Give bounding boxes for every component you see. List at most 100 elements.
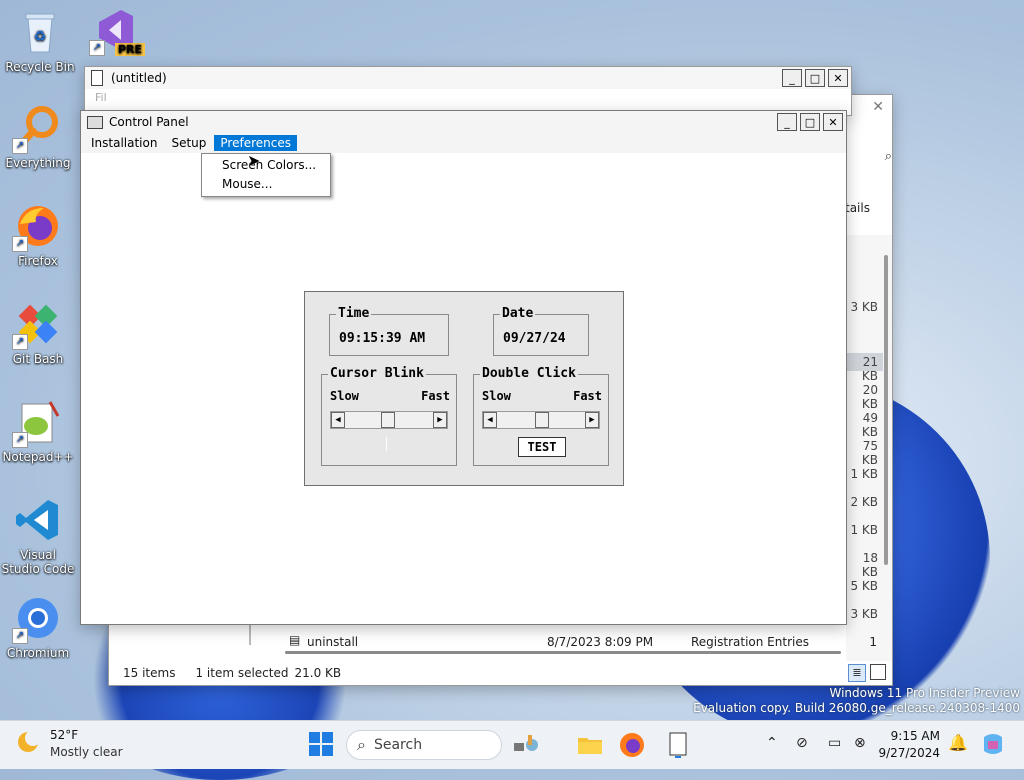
slider-thumb[interactable] [381, 412, 395, 428]
shortcut-arrow-icon: ↗ [12, 432, 28, 448]
close-button[interactable]: ✕ [823, 113, 843, 131]
desktop-icon-vscode[interactable]: Visual Studio Code [0, 496, 76, 576]
shortcut-arrow-icon: ↗ [12, 334, 28, 350]
file-date: 8/7/2023 8:09 PM [547, 635, 654, 649]
active-app-icon[interactable] [664, 731, 692, 759]
status-selected: 1 item selected [195, 666, 289, 680]
volume-icon[interactable]: ⊗ [854, 735, 866, 751]
file-size: 1 KB [850, 523, 878, 537]
vertical-scrollbar[interactable] [884, 255, 888, 565]
window-title: (untitled) [111, 71, 167, 85]
firefox-icon: ↗ [12, 202, 62, 252]
file-size: 49 KB [861, 411, 878, 439]
everything-search-icon: ↗ [12, 104, 62, 154]
preferences-dropdown: Screen Colors... Mouse... [201, 153, 331, 197]
weather-moon-icon[interactable] [16, 729, 42, 755]
desktop-icon-label: Git Bash [12, 352, 64, 366]
desktop-icon-git-bash[interactable]: ↗ Git Bash [0, 300, 76, 366]
scroll-left-arrow-icon[interactable]: ◀ [331, 412, 345, 428]
horizontal-scrollbar[interactable] [285, 651, 841, 654]
search-placeholder: Search [373, 737, 423, 753]
desktop-icon-label: Notepad++ [2, 450, 74, 464]
blink-indicator [386, 437, 387, 451]
desktop-icon-label: Everything [5, 156, 71, 170]
close-icon[interactable]: ✕ [872, 99, 884, 115]
bell-icon[interactable]: 🔔 [948, 733, 968, 752]
double-click-label: Double Click [480, 366, 578, 381]
menu-setup[interactable]: Setup [165, 135, 212, 151]
date-value[interactable]: 09/27/24 [503, 331, 566, 346]
slider-thumb[interactable] [535, 412, 549, 428]
chevron-up-icon[interactable]: ⌃ [766, 735, 778, 751]
time-value[interactable]: 09:15:39 AM [339, 331, 425, 346]
menu-item-mouse[interactable]: Mouse... [202, 175, 330, 194]
window-title: Control Panel [109, 115, 189, 129]
clock-time[interactable]: 9:15 AM [882, 729, 940, 743]
nav-pane-divider [249, 623, 251, 645]
desktop-icon-notepadpp[interactable]: ↗ Notepad++ [0, 398, 76, 464]
tiles-view-icon[interactable] [870, 664, 886, 680]
file-size: 5 KB [850, 579, 878, 593]
control-panel-window[interactable]: Control Panel _ □ ✕ Installation Setup P… [80, 110, 847, 625]
time-label: Time [336, 306, 372, 321]
maximize-button[interactable]: □ [805, 69, 825, 87]
details-view-icon[interactable]: ≣ [848, 664, 866, 682]
firefox-taskbar-icon[interactable] [618, 731, 646, 759]
document-icon [91, 70, 103, 86]
file-size: 18 KB [861, 551, 878, 579]
desktop-icon-label: Recycle Bin [5, 60, 75, 74]
control-panel-titlebar[interactable]: Control Panel _ □ ✕ [81, 111, 846, 133]
reg-file-icon: ▤ [289, 635, 301, 647]
widgets-icon[interactable] [512, 731, 540, 759]
minimize-button[interactable]: _ [777, 113, 797, 131]
weather-desc[interactable]: Mostly clear [50, 745, 123, 759]
scroll-right-arrow-icon[interactable]: ▶ [585, 412, 599, 428]
file-size: 20 KB [861, 383, 878, 411]
shortcut-arrow-icon: ↗ [89, 40, 105, 56]
file-row-uninstall[interactable]: ▤ uninstall 8/7/2023 8:09 PM Registratio… [285, 635, 895, 649]
double-click-slider[interactable]: ◀ ▶ [482, 411, 600, 429]
desktop-icon-chromium[interactable]: ↗ Chromium [0, 594, 76, 660]
file-name: uninstall [307, 635, 359, 649]
file-size: 21 KB [861, 355, 878, 383]
display-icon[interactable]: ▭ [828, 735, 841, 751]
close-button[interactable]: ✕ [828, 69, 848, 87]
notepadpp-icon: ↗ [12, 398, 62, 448]
double-click-group: Double Click Slow Fast ◀ ▶ TEST [473, 366, 609, 466]
file-size: 1 KB [869, 635, 877, 649]
minimize-button[interactable]: _ [782, 69, 802, 87]
menu-item-screen-colors[interactable]: Screen Colors... [202, 156, 330, 175]
mouse-cursor-icon: ➤ [247, 151, 261, 170]
slow-label: Slow [330, 389, 359, 403]
git-bash-icon: ↗ [12, 300, 62, 350]
time-group: Time 09:15:39 AM [329, 306, 449, 356]
maximize-button[interactable]: □ [800, 113, 820, 131]
test-button[interactable]: TEST [518, 437, 566, 457]
desktop-icon-label: Firefox [18, 254, 58, 268]
clock-date[interactable]: 9/27/2024 [870, 746, 940, 760]
menu-preferences[interactable]: Preferences [214, 135, 297, 151]
menu-installation[interactable]: Installation [85, 135, 163, 151]
desktop-icon-firefox[interactable]: ↗ Firefox [0, 202, 76, 268]
desktop-icon-recycle-bin[interactable]: ♻ Recycle Bin [2, 8, 78, 74]
desktop-icon-visual-studio[interactable]: PRE ↗ [80, 6, 150, 58]
date-label: Date [500, 306, 536, 321]
desktop-icon-everything[interactable]: ↗ Everything [0, 104, 76, 170]
details-pane-label: tails [845, 201, 870, 215]
svg-text:♻: ♻ [34, 29, 47, 45]
file-explorer-icon[interactable] [576, 731, 604, 759]
status-selected-size: 21.0 KB [294, 666, 342, 680]
network-icon[interactable]: ⊘ [796, 735, 808, 751]
search-icon[interactable]: ⌕ [885, 149, 892, 164]
copilot-icon[interactable] [980, 731, 1006, 757]
untitled-window[interactable]: (untitled) _ □ ✕ Fil [84, 66, 852, 116]
date-group: Date 09/27/24 [493, 306, 589, 356]
taskbar-search[interactable]: ⌕ Search [346, 730, 502, 760]
file-size: 3 KB [850, 607, 878, 621]
scroll-right-arrow-icon[interactable]: ▶ [433, 412, 447, 428]
slow-label: Slow [482, 389, 511, 403]
cursor-blink-slider[interactable]: ◀ ▶ [330, 411, 448, 429]
weather-temp[interactable]: 52°F [50, 728, 78, 742]
start-windows-icon[interactable] [308, 731, 336, 759]
scroll-left-arrow-icon[interactable]: ◀ [483, 412, 497, 428]
